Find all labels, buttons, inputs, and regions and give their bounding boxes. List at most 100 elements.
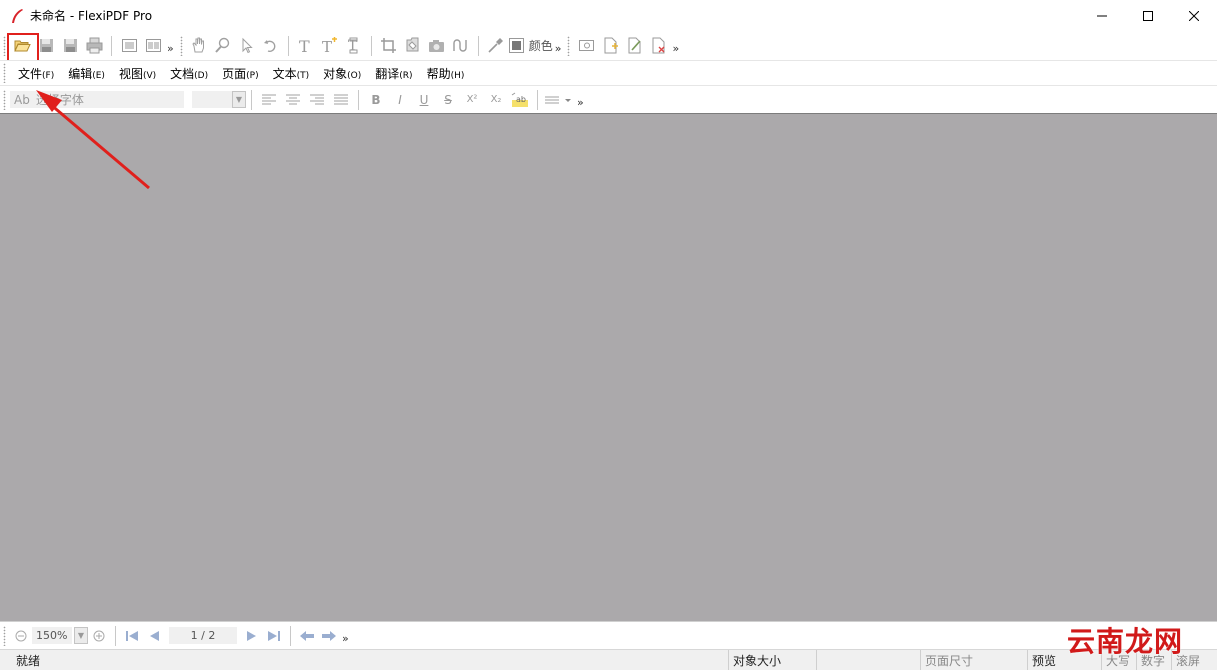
- menu-help[interactable]: 帮助(H): [427, 65, 465, 82]
- menu-object[interactable]: 对象(O): [323, 65, 361, 82]
- toolbar-grip[interactable]: [3, 89, 6, 110]
- align-right-button[interactable]: [305, 88, 329, 112]
- image-button[interactable]: [574, 34, 598, 58]
- align-left-button[interactable]: [257, 88, 281, 112]
- svg-text:T: T: [322, 38, 332, 54]
- toolbar-grip[interactable]: [567, 35, 571, 56]
- last-page-button[interactable]: [263, 624, 285, 648]
- align-center-button[interactable]: [281, 88, 305, 112]
- toolbar-overflow-chevron[interactable]: »: [672, 42, 679, 55]
- subscript-button[interactable]: X₂: [484, 88, 508, 112]
- print-button[interactable]: [82, 34, 106, 58]
- toolbar-overflow-chevron[interactable]: »: [577, 96, 584, 109]
- toolbar-overflow-chevron[interactable]: »: [342, 632, 349, 645]
- underline-label: U: [419, 92, 429, 107]
- toolbar-grip[interactable]: [3, 35, 6, 56]
- page-view-button[interactable]: [117, 34, 141, 58]
- zoom-level-field[interactable]: 150%: [32, 627, 72, 644]
- menu-page[interactable]: 页面(P): [222, 65, 258, 82]
- forward-arrow-icon: [322, 630, 336, 641]
- save-as-button[interactable]: [58, 34, 82, 58]
- first-page-button[interactable]: [121, 624, 143, 648]
- menu-text[interactable]: 文本(T): [273, 65, 310, 82]
- forward-view-button[interactable]: [318, 624, 340, 648]
- superscript-label: X²: [466, 94, 478, 105]
- menubar-grip[interactable]: [3, 63, 6, 83]
- page-value: 1 / 2: [190, 629, 216, 642]
- zoom-tool-button[interactable]: [211, 34, 235, 58]
- text-tool-button[interactable]: T: [294, 34, 318, 58]
- text-format-button[interactable]: T: [342, 34, 366, 58]
- hand-tool-button[interactable]: [187, 34, 211, 58]
- add-text-icon: T: [322, 37, 338, 54]
- chevron-down-icon[interactable]: ▼: [74, 627, 88, 644]
- zoom-in-button[interactable]: [88, 624, 110, 648]
- edit-page-button[interactable]: [622, 34, 646, 58]
- menu-translate[interactable]: 翻译(R): [375, 65, 412, 82]
- document-workspace[interactable]: [0, 113, 1217, 621]
- next-page-button[interactable]: [241, 624, 263, 648]
- main-toolbar: » T T T 颜色 » »: [0, 31, 1217, 60]
- edit-page-icon: [628, 37, 641, 54]
- link-button[interactable]: [449, 34, 473, 58]
- eyedropper-button[interactable]: [484, 34, 508, 58]
- delete-page-button[interactable]: [646, 34, 670, 58]
- toolbar-overflow-chevron[interactable]: »: [167, 42, 174, 55]
- line-style-button[interactable]: [543, 88, 575, 112]
- color-swatch-button[interactable]: [508, 34, 526, 58]
- underline-button[interactable]: U: [412, 88, 436, 112]
- menu-document[interactable]: 文档(D): [170, 65, 208, 82]
- toolbar-grip[interactable]: [179, 35, 183, 56]
- status-object-size: 对象大小: [728, 650, 816, 670]
- align-center-icon: [286, 94, 300, 104]
- font-size-selector[interactable]: ▼: [192, 91, 246, 108]
- back-view-button[interactable]: [296, 624, 318, 648]
- bold-label: B: [371, 92, 381, 107]
- window-title: 未命名 - FlexiPDF Pro: [30, 9, 153, 23]
- stamp-button[interactable]: [401, 34, 425, 58]
- superscript-button[interactable]: X²: [460, 88, 484, 112]
- align-left-icon: [262, 94, 276, 104]
- toolbar-separator: [477, 35, 479, 56]
- chevron-down-icon[interactable]: ▼: [232, 91, 246, 108]
- prev-page-button[interactable]: [143, 624, 165, 648]
- strikethrough-button[interactable]: S: [436, 88, 460, 112]
- stamp-icon: [406, 37, 419, 52]
- page-number-field[interactable]: 1 / 2: [169, 627, 237, 644]
- zoom-out-button[interactable]: [10, 624, 32, 648]
- page-layout-button[interactable]: [141, 34, 165, 58]
- delete-page-icon: [652, 37, 665, 54]
- menu-file[interactable]: 文件(F): [18, 65, 54, 82]
- select-tool-button[interactable]: [235, 34, 259, 58]
- svg-text:T: T: [299, 37, 310, 54]
- new-page-button[interactable]: [598, 34, 622, 58]
- highlight-button[interactable]: ab: [508, 88, 532, 112]
- toolbar-overflow-chevron[interactable]: »: [555, 42, 562, 55]
- toolbar-grip[interactable]: [3, 625, 6, 646]
- menu-edit[interactable]: 编辑(E): [68, 65, 105, 82]
- new-page-icon: [604, 37, 618, 54]
- status-page-size: 页面尺寸: [920, 650, 1027, 670]
- add-text-button[interactable]: T: [318, 34, 342, 58]
- toolbar-separator: [111, 35, 112, 56]
- lasso-tool-button[interactable]: [259, 34, 283, 58]
- font-selector[interactable]: Ab 选择字体: [10, 91, 184, 108]
- maximize-button[interactable]: [1125, 0, 1171, 31]
- camera-button[interactable]: [425, 34, 449, 58]
- justify-icon: [334, 94, 348, 104]
- color-label[interactable]: 颜色: [529, 37, 553, 54]
- minimize-button[interactable]: [1079, 0, 1125, 31]
- toolbar-separator: [115, 625, 116, 646]
- format-toolbar: Ab 选择字体 ▼ B I U S X² X₂ ab »: [0, 85, 1217, 113]
- zoom-tool-icon: [215, 37, 230, 53]
- zoom-in-icon: [93, 630, 105, 641]
- page-view-icon: [121, 39, 137, 52]
- justify-button[interactable]: [329, 88, 353, 112]
- minimize-icon: [1097, 15, 1107, 16]
- link-icon: [453, 39, 467, 52]
- crop-button[interactable]: [377, 34, 401, 58]
- menu-view[interactable]: 视图(V): [119, 65, 156, 82]
- italic-button[interactable]: I: [388, 88, 412, 112]
- close-button[interactable]: [1171, 0, 1217, 31]
- bold-button[interactable]: B: [364, 88, 388, 112]
